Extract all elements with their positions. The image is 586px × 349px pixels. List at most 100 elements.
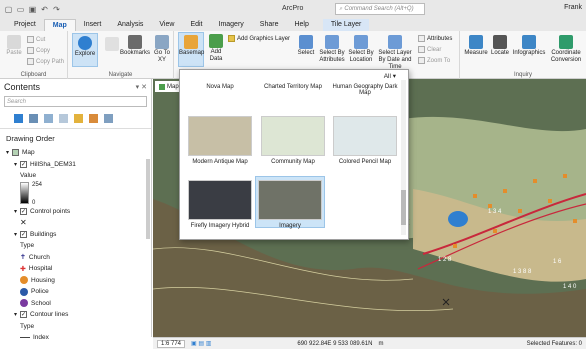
- basemap-thumbnail: [261, 116, 325, 156]
- toc-subheading: Type: [6, 240, 145, 252]
- select-attributes-icon: [325, 35, 339, 49]
- pane-menu-icon[interactable]: ▾ ✕: [136, 83, 147, 91]
- app-title: ArcPro: [282, 5, 304, 12]
- new-project-icon[interactable]: ▢: [4, 5, 13, 14]
- collapse-icon[interactable]: ▾: [6, 149, 9, 156]
- collapse-icon[interactable]: ▾: [14, 208, 17, 215]
- basemap-item[interactable]: Charted Territory Map: [258, 84, 328, 90]
- paste-label: Paste: [6, 50, 22, 56]
- legend-index: Index: [6, 332, 145, 344]
- basemap-item[interactable]: Nova Map: [185, 84, 255, 90]
- add-data-button[interactable]: Add Data: [206, 34, 226, 63]
- copy-path-button[interactable]: Copy Path: [27, 58, 64, 65]
- toc-layer-control-points[interactable]: ▾ ✓ Control points: [6, 206, 145, 218]
- tab-analysis[interactable]: Analysis: [109, 19, 151, 31]
- toc-map[interactable]: ▾ Map: [6, 147, 145, 159]
- gallery-scrollbar[interactable]: [401, 80, 406, 235]
- ramp-min: 0: [32, 199, 36, 206]
- scale-selector[interactable]: 1:6 774: [157, 339, 186, 348]
- select-by-attributes-button[interactable]: Select By Attributes: [318, 35, 346, 64]
- coordinate-conversion-icon: [559, 35, 573, 49]
- toc-subheading: Type: [6, 321, 145, 333]
- tab-view[interactable]: View: [151, 19, 182, 31]
- tab-share[interactable]: Share: [252, 19, 287, 31]
- list-by-editing-icon[interactable]: [59, 114, 68, 123]
- list-by-labeling-icon[interactable]: [89, 114, 98, 123]
- search-icon: ⌕: [339, 5, 343, 12]
- list-by-snapping-icon[interactable]: [74, 114, 83, 123]
- user-name[interactable]: Frank: [564, 4, 582, 11]
- goto-xy-button[interactable]: Go To XY: [152, 35, 172, 64]
- basemap-button[interactable]: Basemap: [178, 32, 204, 67]
- redo-icon[interactable]: ↷: [52, 5, 61, 14]
- command-search-input[interactable]: ⌕ Command Search (Alt+Q): [335, 3, 425, 15]
- basemap-thumbnail: [188, 116, 252, 156]
- infographics-button[interactable]: Infographics: [512, 35, 546, 57]
- add-graphics-layer-button[interactable]: Add Graphics Layer: [228, 35, 290, 42]
- attributes-button[interactable]: Attributes: [418, 35, 452, 42]
- visibility-checkbox[interactable]: ✓: [20, 160, 28, 168]
- collapse-icon[interactable]: ▾: [14, 231, 17, 238]
- collapse-icon[interactable]: ▾: [14, 161, 17, 168]
- basemap-item[interactable]: Modern Antique Map: [185, 116, 255, 165]
- contents-search-placeholder: Search: [7, 98, 27, 105]
- toc-layer-hillshade[interactable]: ▾ ✓ HillSha_DEM31: [6, 159, 145, 171]
- x-symbol-icon: ✕: [20, 218, 27, 228]
- select-icon: [299, 35, 313, 49]
- basemap-item-selected[interactable]: Imagery: [255, 176, 325, 229]
- list-by-drawing-order-icon[interactable]: [14, 114, 23, 123]
- tab-edit[interactable]: Edit: [182, 19, 210, 31]
- basemap-item[interactable]: Community Map: [258, 116, 328, 165]
- visibility-checkbox[interactable]: ✓: [20, 230, 28, 238]
- list-by-source-icon[interactable]: [29, 114, 38, 123]
- select-by-date-button[interactable]: Select Layer By Date and Time: [376, 35, 414, 71]
- nav-arrows[interactable]: [102, 37, 122, 52]
- open-icon[interactable]: ▭: [16, 5, 25, 14]
- tab-map[interactable]: Map: [43, 19, 76, 31]
- view-tools-icon[interactable]: ▣ ▤ ▥: [191, 340, 211, 347]
- tab-insert[interactable]: Insert: [76, 19, 110, 31]
- tab-help[interactable]: Help: [286, 19, 316, 31]
- list-by-perspective-icon[interactable]: [104, 114, 113, 123]
- add-graphics-label: Add Graphics Layer: [237, 35, 291, 42]
- select-button[interactable]: Select: [296, 35, 316, 57]
- bookmarks-button[interactable]: Bookmarks: [120, 35, 150, 57]
- visibility-checkbox[interactable]: ✓: [20, 207, 28, 215]
- cut-button[interactable]: Cut: [27, 36, 45, 43]
- basemap-item[interactable]: Firefly Imagery Hybrid: [185, 180, 255, 229]
- basemap-item[interactable]: Human Geography Dark Map: [330, 84, 400, 96]
- save-icon[interactable]: ▣: [28, 5, 37, 14]
- gallery-scroll-thumb[interactable]: [401, 190, 406, 225]
- clear-label: Clear: [427, 46, 442, 53]
- toc-layer-contours[interactable]: ▾ ✓ Contour lines: [6, 309, 145, 321]
- legend-hospital: ✚ Hospital: [6, 263, 145, 275]
- map-tab-label: Map: [167, 83, 179, 90]
- clear-button[interactable]: Clear: [418, 46, 441, 53]
- contents-toolbar: [0, 109, 151, 129]
- nav-arrows-icon: [105, 37, 119, 51]
- list-by-selection-icon[interactable]: [44, 114, 53, 123]
- toc-layer-buildings[interactable]: ▾ ✓ Buildings: [6, 229, 145, 241]
- locate-icon: [493, 35, 507, 49]
- zoom-to-button[interactable]: Zoom To: [418, 57, 450, 64]
- table-of-contents: Drawing Order ▾ Map ▾ ✓ HillSha_DEM31 Value…: [0, 129, 151, 346]
- locate-button[interactable]: Locate: [490, 35, 510, 57]
- measure-button[interactable]: Measure: [464, 35, 488, 57]
- copy-button[interactable]: Copy: [27, 47, 50, 54]
- select-by-location-button[interactable]: Select By Location: [348, 35, 374, 64]
- tab-project[interactable]: Project: [6, 19, 44, 31]
- basemap-item[interactable]: Colored Pencil Map: [330, 116, 400, 165]
- undo-icon[interactable]: ↶: [40, 5, 49, 14]
- collapse-icon[interactable]: ▾: [14, 311, 17, 318]
- visibility-checkbox[interactable]: ✓: [20, 311, 28, 319]
- legend-school: School: [6, 298, 145, 310]
- gallery-filter-dropdown[interactable]: All ▾: [384, 72, 396, 80]
- contents-search-input[interactable]: Search: [4, 96, 147, 107]
- tab-imagery[interactable]: Imagery: [211, 19, 252, 31]
- paste-button[interactable]: Paste: [4, 35, 24, 57]
- coordinate-conversion-button[interactable]: Coordinate Conversion: [548, 35, 584, 64]
- tab-tile-layer[interactable]: Tile Layer: [322, 19, 370, 31]
- contents-scrollbar[interactable]: [146, 159, 150, 239]
- explore-button[interactable]: Explore: [72, 33, 98, 67]
- hospital-icon: ✚: [20, 265, 26, 273]
